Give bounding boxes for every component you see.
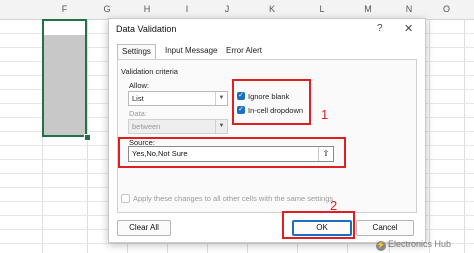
bolt-icon: ⚡ <box>376 241 386 251</box>
annotation-marker-1: 1 <box>321 107 329 122</box>
data-select: between ▼ <box>128 119 228 134</box>
question-icon[interactable]: ? <box>377 23 383 34</box>
close-icon[interactable]: ✕ <box>404 22 413 35</box>
data-validation-dialog: Data Validation ? ✕ Settings Input Messa… <box>108 18 426 243</box>
column-header-m[interactable]: M <box>347 0 389 19</box>
annotation-marker-2: 2 <box>330 198 338 213</box>
column-header-f[interactable]: F <box>42 0 87 19</box>
dialog-title: Data Validation <box>116 24 177 34</box>
apply-all-label[interactable]: Apply these changes to all other cells w… <box>133 194 333 203</box>
fill-handle[interactable] <box>84 134 91 141</box>
watermark: ⚡ Electronics Hub <box>376 239 451 251</box>
selected-cell-range[interactable] <box>42 19 87 137</box>
apply-all-checkbox[interactable] <box>121 194 130 203</box>
clear-all-button[interactable]: Clear All <box>117 220 171 236</box>
data-label: Data: <box>129 109 147 118</box>
watermark-text: Electronics Hub <box>388 239 452 249</box>
highlight-box-source <box>118 137 346 168</box>
chevron-down-icon: ▼ <box>215 120 227 133</box>
column-header-bar: F G H I J K L M N O <box>0 0 474 20</box>
grid-line <box>464 19 465 253</box>
allow-value: List <box>132 94 144 103</box>
column-header-n[interactable]: N <box>389 0 429 19</box>
chevron-down-icon[interactable]: ▼ <box>215 92 227 105</box>
data-value: between <box>132 122 161 131</box>
active-cell[interactable] <box>44 21 85 35</box>
column-header-o[interactable]: O <box>429 0 464 19</box>
validation-criteria-heading: Validation criteria <box>121 67 178 76</box>
tab-settings[interactable]: Settings <box>117 44 156 60</box>
allow-select[interactable]: List ▼ <box>128 91 228 106</box>
allow-label: Allow: <box>129 81 150 90</box>
column-header-g[interactable]: G <box>87 0 127 19</box>
column-header-l[interactable]: L <box>297 0 347 19</box>
highlight-box-checkboxes <box>232 79 311 125</box>
tab-error-alert[interactable]: Error Alert <box>222 44 266 58</box>
column-header-k[interactable]: K <box>247 0 297 19</box>
cancel-button[interactable]: Cancel <box>356 220 414 236</box>
column-header-i[interactable]: I <box>167 0 207 19</box>
tab-input-message[interactable]: Input Message <box>161 44 221 58</box>
dialog-titlebar[interactable]: Data Validation ? ✕ <box>109 19 425 41</box>
column-header-h[interactable]: H <box>127 0 167 19</box>
grid-line <box>429 19 430 253</box>
highlight-box-ok <box>282 211 355 239</box>
column-header-j[interactable]: J <box>207 0 247 19</box>
